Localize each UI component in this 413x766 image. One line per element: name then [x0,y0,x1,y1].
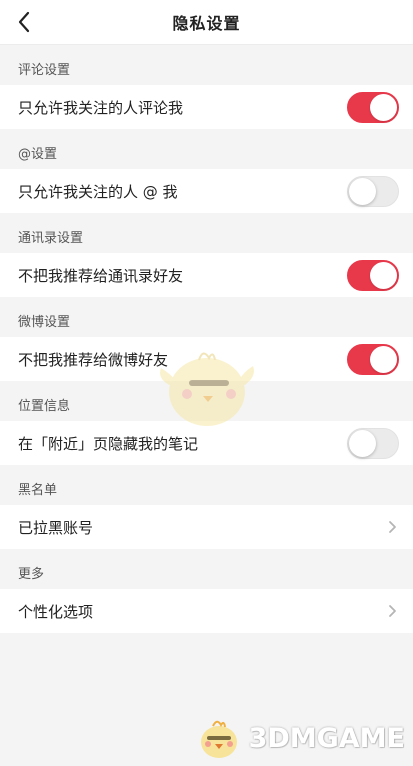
page-title: 隐私设置 [172,14,241,33]
toggle-knob [349,177,376,205]
section-label-more: 更多 [18,567,45,582]
row-mention-permission: 只允许我关注的人 @ 我 [0,169,413,213]
privacy-settings-page: 隐私设置 评论设置 只允许我关注的人评论我 @设置 只允许我关注的人 @ 我 通… [0,0,413,766]
section-label-contacts: 通讯录设置 [18,231,84,246]
row-label: 不把我推荐给微博好友 [18,350,169,369]
nav-bar: 隐私设置 [0,0,413,45]
section-label-blacklist: 黑名单 [18,483,58,498]
row-blocked-accounts[interactable]: 已拉黑账号 [0,505,413,549]
row-label: 只允许我关注的人 @ 我 [18,182,178,201]
row-label: 在「附近」页隐藏我的笔记 [18,434,199,453]
chevron-right-icon [385,602,399,620]
chevron-right-icon [385,518,399,536]
toggle-knob [370,261,397,289]
row-comment-permission: 只允许我关注的人评论我 [0,85,413,129]
section-label-mention: @设置 [18,147,58,162]
chick-mascot-icon [160,352,254,426]
back-button[interactable] [8,6,40,38]
section-label-comment: 评论设置 [18,63,71,78]
watermark: 3DMGAME [193,716,405,760]
hide-nearby-toggle[interactable] [347,427,399,459]
chevron-left-icon [18,11,30,33]
row-label: 已拉黑账号 [18,518,94,537]
toggle-knob [370,93,397,121]
row-label: 不把我推荐给通讯录好友 [18,266,184,285]
mention-permission-toggle[interactable] [347,175,399,207]
watermark-text: 3DMGAME [248,722,405,754]
weibo-recommend-toggle[interactable] [347,343,399,375]
row-label: 个性化选项 [18,602,94,621]
contacts-recommend-toggle[interactable] [347,259,399,291]
row-personalization[interactable]: 个性化选项 [0,589,413,633]
section-label-weibo: 微博设置 [18,315,71,330]
toggle-knob [349,429,376,457]
toggle-knob [370,345,397,373]
chick-mascot-icon [200,720,237,758]
row-contacts-recommend: 不把我推荐给通讯录好友 [0,253,413,297]
comment-permission-toggle[interactable] [347,91,399,123]
row-label: 只允许我关注的人评论我 [18,98,184,117]
